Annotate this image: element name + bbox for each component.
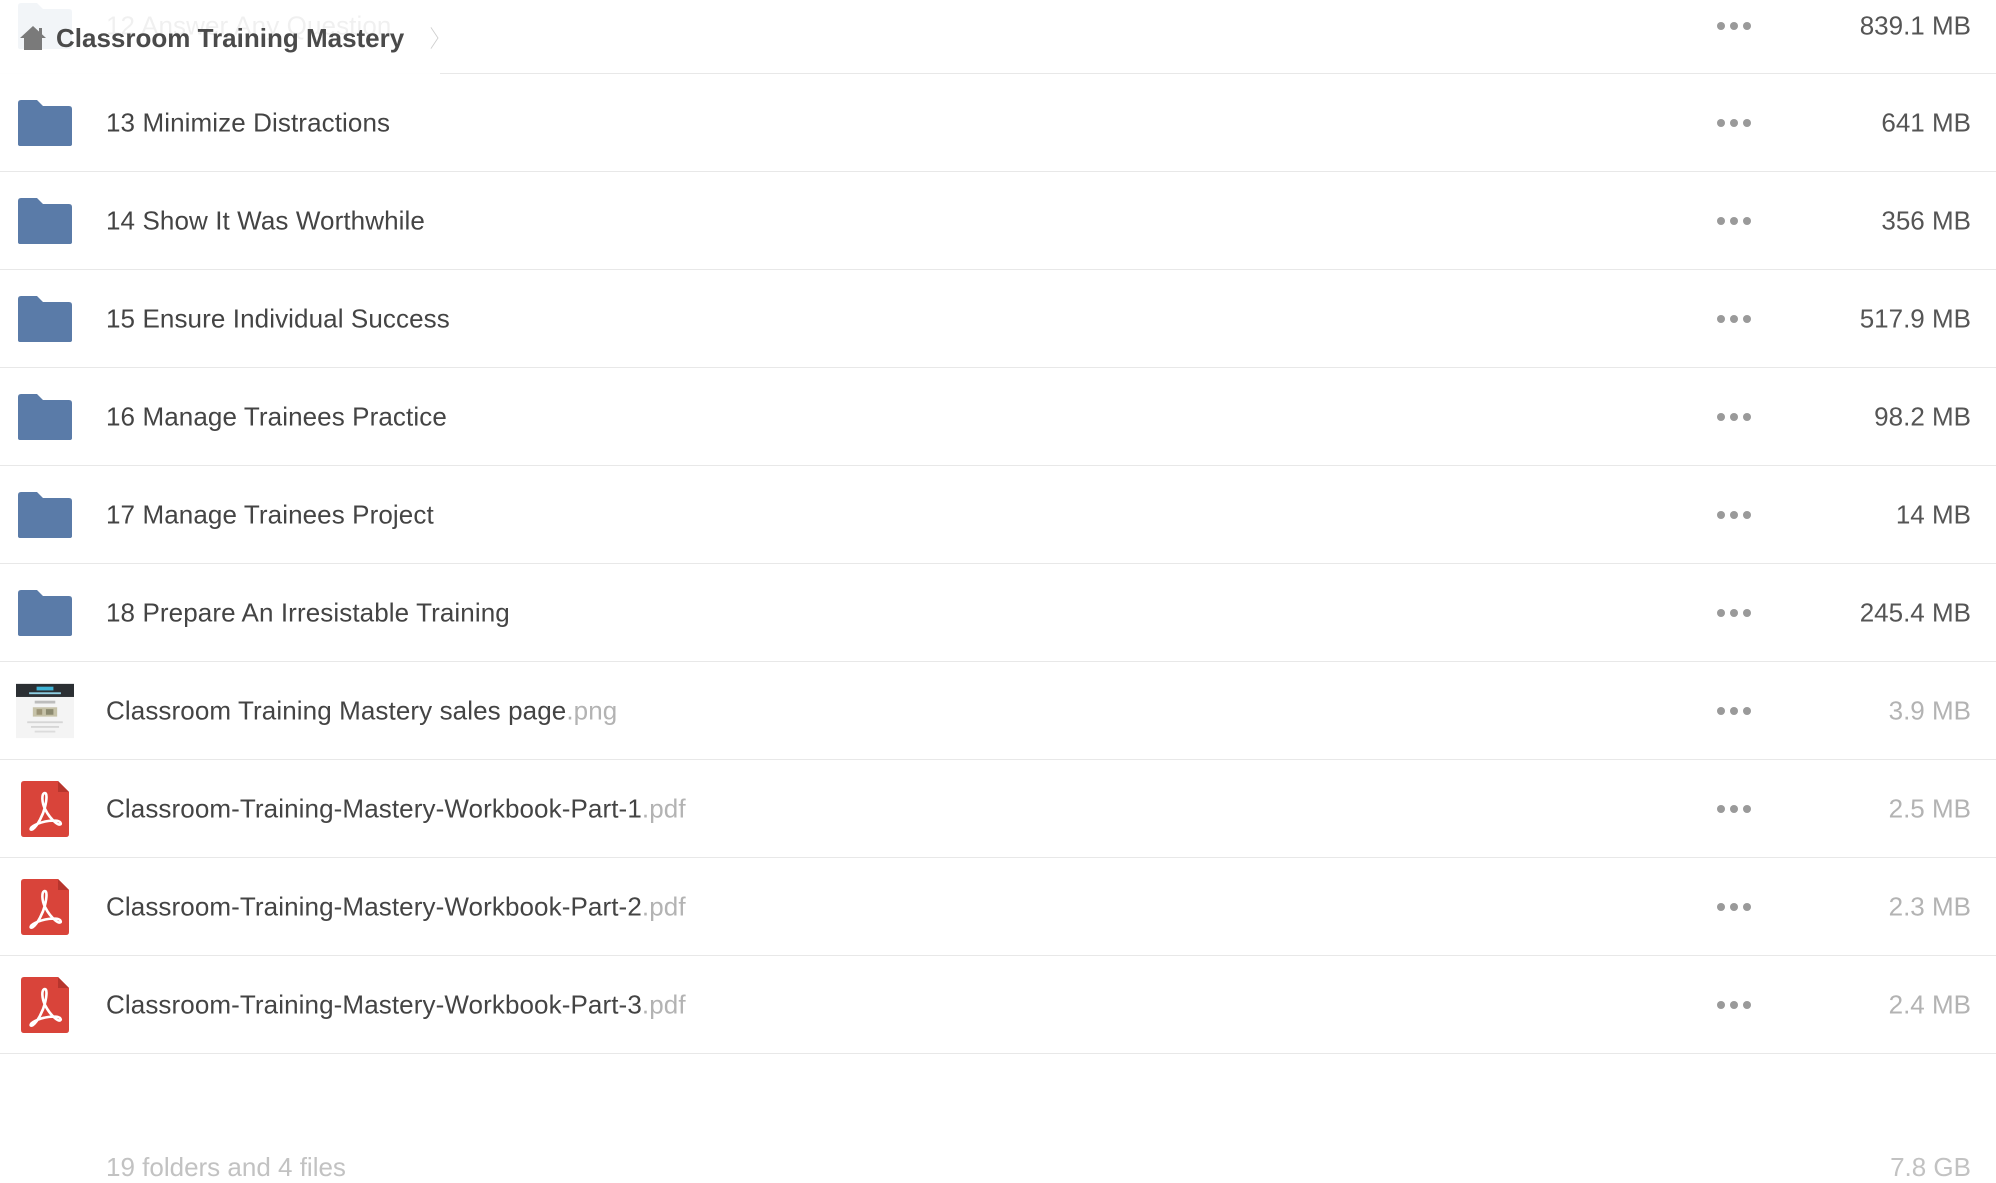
item-size: 2.4 MB <box>1888 989 1971 1019</box>
list-item[interactable]: 16 Manage Trainees Practice 98.2 MB <box>0 368 1996 466</box>
folder-icon <box>16 486 74 544</box>
item-name-base: Classroom-Training-Mastery-Workbook-Part… <box>106 891 642 921</box>
breadcrumb-current[interactable]: Classroom Training Mastery <box>56 23 404 54</box>
more-options-icon[interactable] <box>1717 508 1751 522</box>
item-name[interactable]: 15 Ensure Individual Success <box>106 303 450 334</box>
total-size: 7.8 GB <box>1890 1152 1971 1182</box>
item-size: 3.9 MB <box>1888 695 1971 725</box>
breadcrumb: Classroom Training Mastery <box>0 0 440 76</box>
item-name-base: 17 Manage Trainees Project <box>106 499 434 529</box>
image-thumbnail <box>16 682 74 740</box>
item-size: 517.9 MB <box>1859 303 1971 333</box>
item-name-base: 16 Manage Trainees Practice <box>106 401 447 431</box>
item-name[interactable]: 18 Prepare An Irresistable Training <box>106 597 510 628</box>
item-extension: .pdf <box>641 891 686 921</box>
list-item[interactable]: 17 Manage Trainees Project 14 MB <box>0 466 1996 564</box>
more-options-icon[interactable] <box>1717 998 1751 1012</box>
list-item[interactable]: 15 Ensure Individual Success 517.9 MB <box>0 270 1996 368</box>
list-footer: 19 folders and 4 files 7.8 GB <box>0 1124 1996 1183</box>
more-options-icon[interactable] <box>1717 19 1751 33</box>
item-name[interactable]: 17 Manage Trainees Project <box>106 499 434 530</box>
folder-icon <box>16 584 74 642</box>
file-list: 12 Answer Any Question 839.1 MB 13 Minim… <box>0 3 1996 1054</box>
folder-icon <box>16 192 74 250</box>
item-name-base: 13 Minimize Distractions <box>106 107 391 137</box>
folder-icon <box>16 290 74 348</box>
list-item[interactable]: 13 Minimize Distractions 641 MB <box>0 74 1996 172</box>
item-name[interactable]: Classroom Training Mastery sales page.pn… <box>106 695 617 726</box>
item-size: 2.5 MB <box>1888 793 1971 823</box>
file-browser: 12 Answer Any Question 839.1 MB 13 Minim… <box>0 0 1996 1183</box>
folder-file-count: 19 folders and 4 files <box>106 1152 346 1182</box>
item-name[interactable]: Classroom-Training-Mastery-Workbook-Part… <box>106 891 686 922</box>
item-name[interactable]: 13 Minimize Distractions <box>106 107 390 138</box>
item-size: 245.4 MB <box>1859 597 1971 627</box>
item-size: 356 MB <box>1881 205 1971 235</box>
breadcrumb-separator-icon <box>430 27 439 49</box>
more-options-icon[interactable] <box>1717 410 1751 424</box>
item-extension: .png <box>566 695 618 725</box>
item-name-base: Classroom-Training-Mastery-Workbook-Part… <box>106 793 642 823</box>
item-size: 2.3 MB <box>1888 891 1971 921</box>
more-options-icon[interactable] <box>1717 900 1751 914</box>
home-icon[interactable] <box>18 22 48 54</box>
item-name-base: 15 Ensure Individual Success <box>106 303 450 333</box>
item-name-base: 14 Show It Was Worthwhile <box>106 205 425 235</box>
more-options-icon[interactable] <box>1717 704 1751 718</box>
item-name-base: Classroom Training Mastery sales page <box>106 695 567 725</box>
item-size: 641 MB <box>1881 107 1971 137</box>
list-item[interactable]: Classroom-Training-Mastery-Workbook-Part… <box>0 760 1996 858</box>
item-name[interactable]: Classroom-Training-Mastery-Workbook-Part… <box>106 793 686 824</box>
item-name[interactable]: Classroom-Training-Mastery-Workbook-Part… <box>106 989 686 1020</box>
pdf-icon <box>16 780 74 838</box>
item-name[interactable]: 14 Show It Was Worthwhile <box>106 205 425 236</box>
more-options-icon[interactable] <box>1717 802 1751 816</box>
item-size: 839.1 MB <box>1859 10 1971 41</box>
folder-icon <box>16 94 74 152</box>
item-name[interactable]: 16 Manage Trainees Practice <box>106 401 447 432</box>
item-name-base: 18 Prepare An Irresistable Training <box>106 597 510 627</box>
list-item[interactable]: Classroom-Training-Mastery-Workbook-Part… <box>0 858 1996 956</box>
list-item[interactable]: 14 Show It Was Worthwhile 356 MB <box>0 172 1996 270</box>
list-item[interactable]: Classroom Training Mastery sales page.pn… <box>0 662 1996 760</box>
item-size: 98.2 MB <box>1874 401 1971 431</box>
item-extension: .pdf <box>641 989 686 1019</box>
pdf-icon <box>16 878 74 936</box>
more-options-icon[interactable] <box>1717 214 1751 228</box>
item-name-base: Classroom-Training-Mastery-Workbook-Part… <box>106 989 642 1019</box>
pdf-icon <box>16 976 74 1034</box>
more-options-icon[interactable] <box>1717 312 1751 326</box>
item-size: 14 MB <box>1895 499 1971 529</box>
list-item[interactable]: 18 Prepare An Irresistable Training 245.… <box>0 564 1996 662</box>
more-options-icon[interactable] <box>1717 116 1751 130</box>
more-options-icon[interactable] <box>1717 606 1751 620</box>
folder-icon <box>16 388 74 446</box>
item-extension: .pdf <box>641 793 686 823</box>
list-item[interactable]: Classroom-Training-Mastery-Workbook-Part… <box>0 956 1996 1054</box>
